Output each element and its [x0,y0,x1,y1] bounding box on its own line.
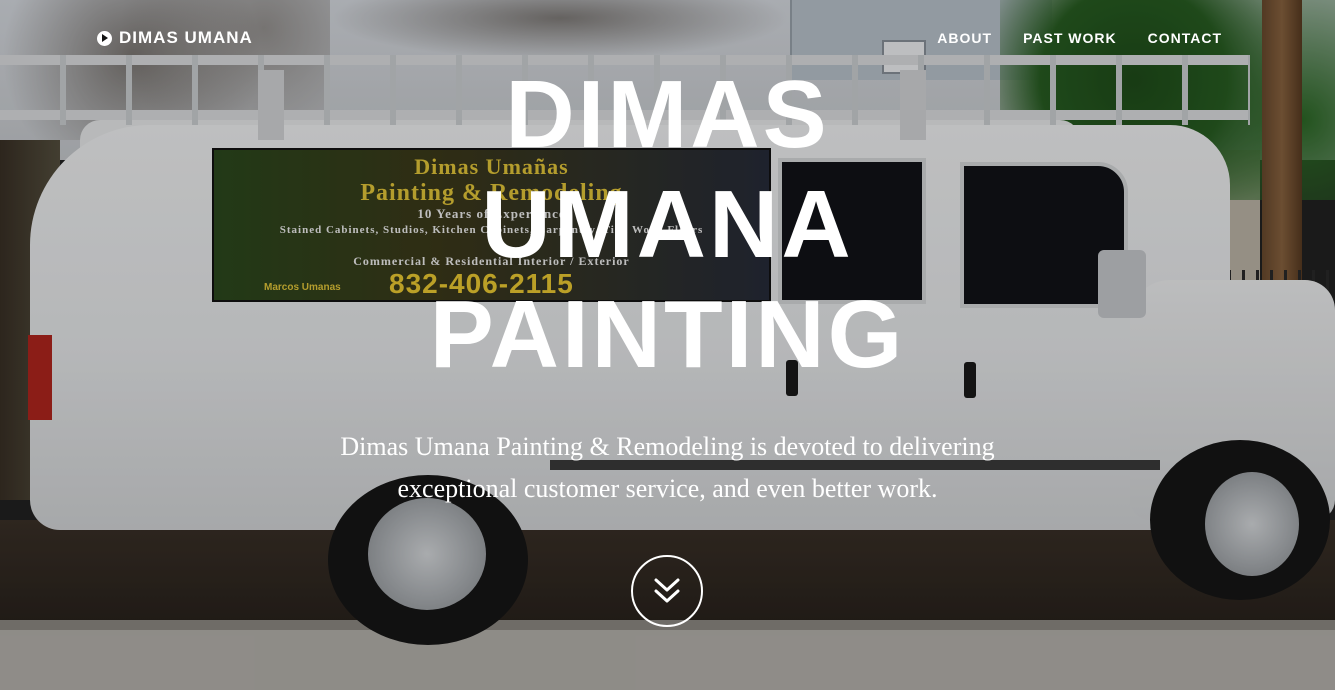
nav-link-contact[interactable]: CONTACT [1148,30,1222,46]
hero-description-line: exceptional customer service, and even b… [397,474,938,503]
brand-label: DIMAS UMANA [119,28,253,47]
play-circle-icon [97,30,112,46]
hero-section: DIMAS UMANA PAINTING [0,60,1335,390]
nav-link-past-work[interactable]: PAST WORK [1023,30,1117,46]
nav-link-about[interactable]: ABOUT [937,30,992,46]
hero-description: Dimas Umana Painting & Remodeling is dev… [0,426,1335,510]
nav-links: ABOUT PAST WORK CONTACT [937,30,1222,46]
hero-title-line: PAINTING [429,281,906,388]
hero-title-line: UMANA [481,171,854,278]
scroll-down-button[interactable] [631,555,703,627]
hero-description-line: Dimas Umana Painting & Remodeling is dev… [340,432,995,461]
hero-title-line: DIMAS [505,61,830,168]
brand-link[interactable]: DIMAS UMANA [97,28,253,48]
hero-title: DIMAS UMANA PAINTING [0,60,1335,390]
double-chevron-down-icon [654,578,680,603]
